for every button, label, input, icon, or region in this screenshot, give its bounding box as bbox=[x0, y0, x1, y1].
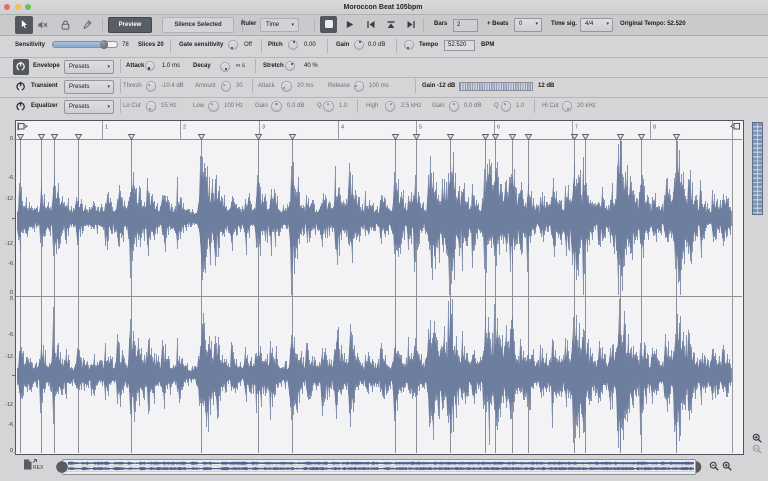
svg-text:6: 6 bbox=[497, 125, 500, 131]
svg-text:1: 1 bbox=[105, 125, 108, 131]
svg-text:4: 4 bbox=[341, 125, 344, 131]
svg-text:8: 8 bbox=[653, 125, 656, 131]
svg-text:3: 3 bbox=[262, 125, 265, 131]
svg-text:5: 5 bbox=[419, 125, 422, 131]
svg-text:2: 2 bbox=[183, 125, 186, 131]
svg-text:7: 7 bbox=[575, 125, 578, 131]
